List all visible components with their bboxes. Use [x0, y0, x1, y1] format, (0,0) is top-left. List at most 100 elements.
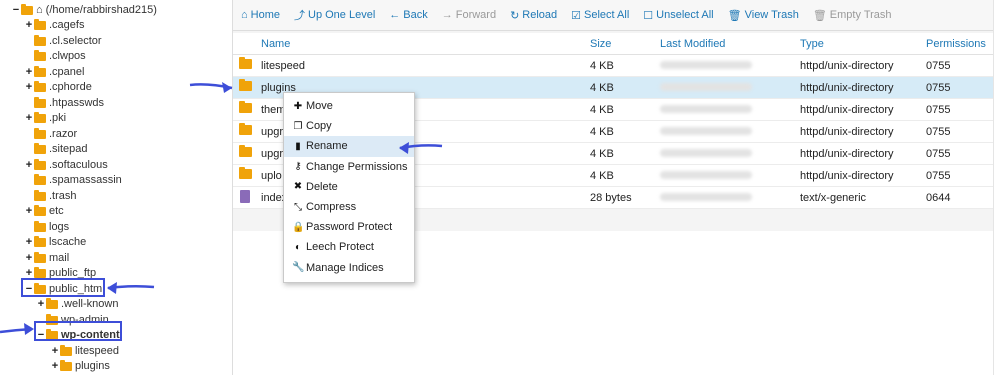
compress-icon: ⤡: [294, 201, 302, 213]
expand-toggle[interactable]: +: [25, 65, 33, 80]
tree-item-label: plugins: [75, 360, 110, 372]
tree-item[interactable]: + .cphorde: [25, 80, 92, 95]
expand-toggle[interactable]: +: [25, 251, 33, 266]
menu-item-label: Password Protect: [306, 221, 393, 234]
tree-item[interactable]: .sitepad: [25, 142, 88, 157]
menu-item-label: Leech Protect: [306, 241, 374, 254]
menu-item-change-permissions[interactable]: ⚷ Change Permissions: [284, 157, 414, 177]
tree-item-label: .cagefs: [49, 19, 85, 31]
menu-item-label: Delete: [306, 180, 338, 193]
folder-icon: [46, 298, 58, 309]
tree-item[interactable]: logs: [25, 220, 69, 235]
tree-item[interactable]: .htpasswds: [25, 96, 104, 111]
col-header-name[interactable]: Name: [261, 38, 590, 50]
expand-toggle[interactable]: +: [25, 111, 33, 126]
folder-icon: [21, 4, 33, 15]
expand-toggle[interactable]: +: [51, 359, 59, 374]
col-header-permissions[interactable]: Permissions: [926, 38, 986, 50]
row-modified: [660, 126, 800, 138]
select-all-button[interactable]: ☑ Select All: [571, 9, 629, 22]
tree-item-label: .clwpos: [49, 50, 86, 62]
tree-item[interactable]: + .well-known: [37, 297, 118, 312]
menu-item-label: Copy: [306, 120, 332, 133]
row-modified: [660, 148, 800, 160]
tree-item[interactable]: + .softaculous: [25, 158, 108, 173]
tree-item[interactable]: + lscache: [25, 235, 86, 250]
table-row[interactable]: litespeed 4 KB httpd/unix-directory 0755: [233, 55, 993, 77]
row-size: 28 bytes: [590, 191, 632, 204]
menu-item-password-protect[interactable]: 🔒 Password Protect: [284, 217, 414, 237]
menu-item-move[interactable]: ✚ Move: [284, 96, 414, 116]
folder-icon: [239, 167, 252, 179]
menu-item-copy[interactable]: ❐ Copy: [284, 116, 414, 136]
tree-item[interactable]: + litespeed: [51, 344, 119, 359]
tree-item[interactable]: + etc: [25, 204, 64, 219]
folder-icon: [34, 127, 46, 139]
expand-toggle[interactable]: +: [25, 80, 33, 95]
expand-toggle[interactable]: +: [51, 344, 59, 359]
row-type: httpd/unix-directory: [800, 103, 894, 116]
col-header-size[interactable]: Size: [590, 38, 660, 50]
col-header-modified[interactable]: Last Modified: [660, 38, 800, 50]
back-button[interactable]: ← Back: [389, 9, 427, 21]
row-type: httpd/unix-directory: [800, 81, 894, 94]
shield-icon: ◐: [294, 241, 302, 253]
folder-icon: [239, 123, 252, 135]
menu-item-manage-indices[interactable]: 🔧 Manage Indices: [284, 258, 414, 278]
tree-item[interactable]: + .cpanel: [25, 65, 84, 80]
menu-item-label: Move: [306, 100, 333, 113]
folder-icon: [34, 112, 46, 123]
tree-item[interactable]: + .pki: [25, 111, 66, 126]
row-permissions: 0755: [926, 81, 951, 94]
tree-item[interactable]: .razor: [25, 127, 77, 142]
up-one-level-button[interactable]: ⤴ Up One Level: [294, 7, 375, 23]
row-name[interactable]: litespeed: [261, 60, 590, 72]
collapse-toggle[interactable]: −: [12, 3, 20, 18]
menu-item-compress[interactable]: ⤡ Compress: [284, 197, 414, 217]
expand-toggle[interactable]: +: [25, 204, 33, 219]
key-icon: ⚷: [294, 161, 302, 173]
expand-toggle[interactable]: +: [37, 297, 45, 312]
folder-icon: [34, 50, 46, 61]
tree-item[interactable]: .spamassassin: [25, 173, 122, 188]
tree-item-label: .well-known: [61, 298, 119, 310]
checkbox-checked-icon: ☑: [571, 9, 582, 22]
tree-root[interactable]: − ⌂ (/home/rabbirshad215): [12, 3, 157, 18]
menu-item-leech-protect[interactable]: ◐ Leech Protect: [284, 237, 414, 257]
expand-toggle[interactable]: +: [25, 18, 33, 33]
tree-item[interactable]: + .cagefs: [25, 18, 84, 33]
file-icon: [240, 189, 250, 203]
tree-item-label: etc: [49, 205, 64, 217]
context-menu: ✚ Move ❐ Copy ▮ Rename ⚷ Change Permissions ✖ Del…: [283, 92, 415, 283]
reload-button[interactable]: ↻ Reload: [510, 9, 557, 22]
menu-item-rename[interactable]: ▮ Rename: [284, 136, 414, 157]
forward-button[interactable]: → Forward: [442, 9, 496, 21]
menu-item-delete[interactable]: ✖ Delete: [284, 177, 414, 197]
tree-item[interactable]: .trash: [25, 189, 77, 204]
annotation-arrow-rename: [399, 142, 443, 154]
tree-item[interactable]: + mail: [25, 251, 69, 266]
blurred-date: [660, 148, 752, 157]
file-icon: ▮: [295, 140, 301, 152]
expand-toggle[interactable]: +: [25, 158, 33, 173]
level-up-icon: ⤴: [294, 10, 305, 22]
lock-icon: 🔒: [292, 221, 305, 233]
row-modified: [660, 104, 800, 116]
table-header: Name Size Last Modified Type Permissions: [233, 33, 993, 55]
tree-item-label: mail: [49, 251, 70, 264]
unselect-all-button[interactable]: ☐ Unselect All: [643, 9, 713, 22]
tree-item[interactable]: .cl.selector: [25, 34, 102, 49]
col-header-type[interactable]: Type: [800, 38, 926, 50]
empty-trash-button[interactable]: 🗑 Empty Trash: [813, 9, 892, 22]
scrollbar[interactable]: [993, 0, 1000, 375]
tree-item[interactable]: .clwpos: [25, 49, 86, 64]
close-icon: ✖: [293, 181, 303, 193]
tree-item[interactable]: + plugins: [51, 359, 110, 374]
home-button[interactable]: ⌂ Home: [241, 9, 280, 21]
view-trash-button[interactable]: 🗑 View Trash: [728, 9, 799, 22]
blurred-date: [660, 82, 752, 91]
folder-icon: [239, 79, 252, 91]
row-modified: [660, 60, 800, 72]
folder-icon: [60, 344, 72, 356]
expand-toggle[interactable]: +: [25, 235, 33, 250]
